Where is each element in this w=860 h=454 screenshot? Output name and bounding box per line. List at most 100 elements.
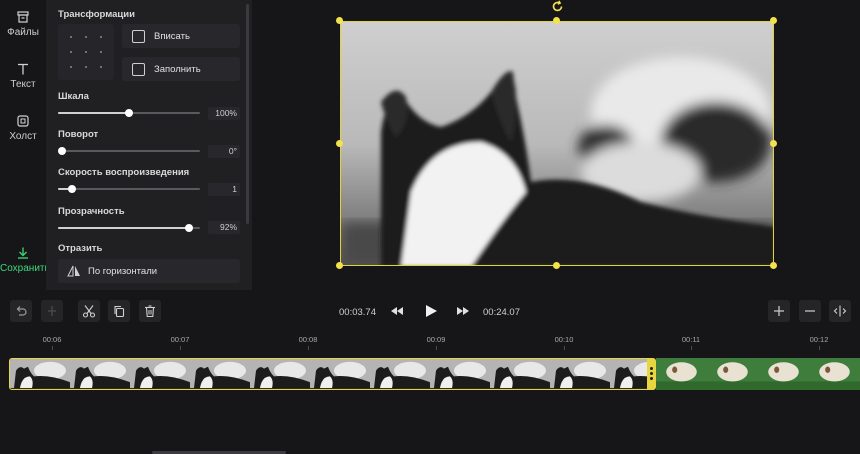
split-button[interactable] <box>41 300 63 322</box>
grip-dot <box>650 372 653 375</box>
undo-icon <box>16 306 27 316</box>
cut-button[interactable] <box>78 300 100 322</box>
ruler-label: 00:11 <box>681 335 701 344</box>
current-time: 00:03.74 <box>339 307 376 318</box>
sidebar-item-label: Холст <box>9 131 37 142</box>
speed-label: Скорость воспроизведения <box>58 167 190 178</box>
scale-slider-knob[interactable] <box>125 109 133 117</box>
sidebar-item-files[interactable]: Файлы <box>0 10 46 38</box>
clip-thumbnail <box>250 359 310 388</box>
ruler-tick <box>308 346 309 350</box>
undo-button[interactable] <box>10 300 32 322</box>
rewind-icon[interactable] <box>390 304 404 318</box>
flip-horizontal-label: По горизонтали <box>88 266 158 277</box>
total-time: 00:24.07 <box>483 307 520 318</box>
anchor-dot[interactable] <box>100 66 102 68</box>
clip-thumbnail <box>70 359 130 388</box>
clip-thumbnail <box>610 359 651 388</box>
anchor-dot[interactable] <box>85 51 87 53</box>
rotate-icon[interactable] <box>551 0 564 13</box>
ruler-label: 00:10 <box>554 335 574 344</box>
sidebar-item-canvas[interactable]: Холст <box>0 114 46 142</box>
scale-slider[interactable] <box>58 109 200 117</box>
fill-button[interactable]: Заполнить <box>122 57 240 81</box>
anchor-dot[interactable] <box>70 36 72 38</box>
anchor-grid[interactable] <box>58 24 114 80</box>
flip-title: Отразить <box>58 243 103 254</box>
opacity-slider[interactable] <box>58 224 200 232</box>
rotation-value[interactable]: 0° <box>208 145 240 158</box>
resize-handle-top-right[interactable] <box>770 17 777 24</box>
sidebar-item-text[interactable]: Текст <box>0 62 46 90</box>
ruler-tick <box>436 346 437 350</box>
opacity-value[interactable]: 92% <box>208 221 240 234</box>
properties-panel: Трансформации Вписать Заполнить Шкала 10… <box>46 0 252 290</box>
save-button[interactable]: Сохранить <box>0 246 50 274</box>
clip-thumbnail <box>430 359 490 388</box>
scale-value[interactable]: 100% <box>208 107 240 120</box>
resize-handle-bottom[interactable] <box>553 262 560 269</box>
sidebar-item-label: Файлы <box>7 27 39 38</box>
download-icon <box>18 247 28 259</box>
resize-handle-right[interactable] <box>770 140 777 147</box>
anchor-dot[interactable] <box>85 66 87 68</box>
clip-thumbnail <box>310 359 370 388</box>
canvas-icon <box>17 115 29 127</box>
clip-thumbnail <box>490 359 550 388</box>
delete-button[interactable] <box>139 300 161 322</box>
fit-checkbox[interactable] <box>132 30 145 43</box>
panel-scrollbar[interactable] <box>246 4 249 224</box>
play-icon[interactable] <box>424 304 438 318</box>
resize-handle-top[interactable] <box>553 17 560 24</box>
video-preview[interactable] <box>340 21 774 266</box>
anchor-dot[interactable] <box>100 51 102 53</box>
rotation-slider-knob[interactable] <box>58 147 66 155</box>
flip-horizontal-button[interactable]: По горизонтали <box>58 259 240 283</box>
resize-handle-left[interactable] <box>336 140 343 147</box>
transform-title: Трансформации <box>58 9 135 20</box>
opacity-slider-fill <box>58 227 189 229</box>
zoom-in-button[interactable] <box>768 300 790 322</box>
fit-timeline-button[interactable] <box>829 300 851 322</box>
minus-icon <box>805 310 815 312</box>
grip-dot <box>650 367 653 370</box>
speed-value[interactable]: 1 <box>208 183 240 196</box>
zoom-out-button[interactable] <box>799 300 821 322</box>
opacity-slider-knob[interactable] <box>184 224 193 232</box>
rotation-slider[interactable] <box>58 147 200 155</box>
ruler-label: 00:09 <box>426 335 446 344</box>
anchor-dot[interactable] <box>70 51 72 53</box>
resize-handle-top-left[interactable] <box>336 17 343 24</box>
trash-icon <box>145 305 155 318</box>
ruler-tick <box>52 346 53 350</box>
grip-dot <box>650 377 653 380</box>
video-frame-image <box>341 22 773 265</box>
speed-slider[interactable] <box>58 185 200 193</box>
resize-handle-bottom-right[interactable] <box>770 262 777 269</box>
clip-thumbnail-color <box>656 358 707 390</box>
save-label: Сохранить <box>0 263 50 274</box>
anchor-dot[interactable] <box>85 36 87 38</box>
plus-icon <box>774 306 784 316</box>
fit-button[interactable]: Вписать <box>122 24 240 48</box>
selected-video-clip[interactable] <box>9 358 652 390</box>
sidebar-item-label: Текст <box>10 79 36 90</box>
clip-trim-handle[interactable] <box>647 358 656 390</box>
text-t-icon <box>18 63 28 75</box>
ruler-tick <box>180 346 181 350</box>
scale-slider-fill <box>58 112 129 114</box>
fill-checkbox[interactable] <box>132 63 145 76</box>
fast-forward-icon[interactable] <box>456 304 470 318</box>
ruler-tick <box>819 346 820 350</box>
speed-slider-knob[interactable] <box>68 185 77 193</box>
ruler-label: 00:12 <box>809 335 829 344</box>
next-video-clip[interactable] <box>656 358 860 390</box>
duplicate-button[interactable] <box>108 300 130 322</box>
anchor-dot[interactable] <box>100 36 102 38</box>
rotation-label: Поворот <box>58 129 99 140</box>
clip-thumbnail-color <box>707 358 758 390</box>
clip-thumbnail <box>370 359 430 388</box>
fit-label: Вписать <box>154 31 190 42</box>
anchor-dot[interactable] <box>70 66 72 68</box>
resize-handle-bottom-left[interactable] <box>336 262 343 269</box>
